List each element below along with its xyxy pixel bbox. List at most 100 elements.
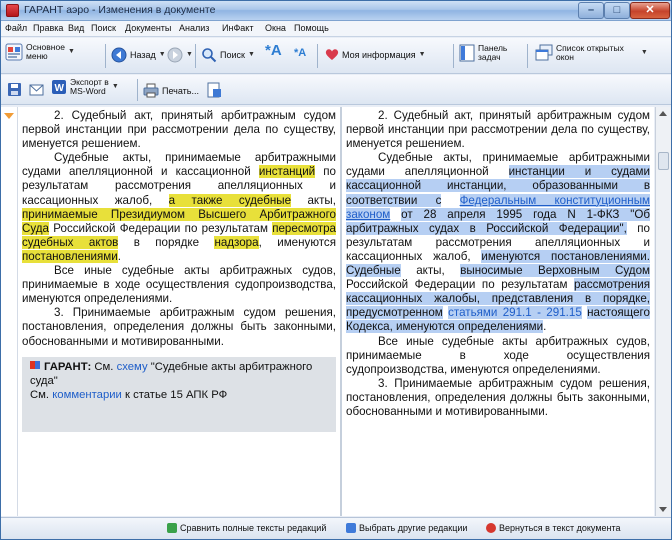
new-version-pane: 2. Судебный акт, принятый арбитражным су… — [342, 107, 654, 516]
note-see-2: См. — [30, 388, 50, 401]
back-arrow-icon — [111, 47, 127, 63]
menu-analysis[interactable]: Анализ — [179, 23, 209, 33]
print-preview-button[interactable] — [207, 82, 222, 98]
scroll-up-icon[interactable] — [659, 111, 667, 116]
old-version-pane: 2. Судебный акт, принятый арбитражным су… — [18, 107, 340, 516]
note-see-1: См. — [94, 360, 114, 373]
triangle-marker-icon — [4, 113, 14, 119]
menu-file[interactable]: Файл — [5, 23, 27, 33]
my-info-chevron-icon[interactable]: ▼ — [419, 50, 426, 60]
close-button[interactable]: ✕ — [630, 2, 670, 19]
menu-edit[interactable]: Правка — [33, 23, 63, 33]
save-button[interactable] — [7, 82, 22, 97]
title-bar: ГАРАНТ аэро - Изменения в документе – □ … — [1, 1, 671, 21]
menu-search[interactable]: Поиск — [91, 23, 116, 33]
font-increase-icon: *A — [265, 42, 282, 59]
change-highlight: выносимые Верховным Судом — [460, 264, 650, 278]
menu-help[interactable]: Помощь — [294, 23, 329, 33]
search-chevron-icon[interactable]: ▼ — [248, 50, 255, 60]
svg-text:W: W — [55, 83, 65, 94]
print-label: Печать... — [162, 85, 199, 96]
toolbar-divider — [527, 44, 528, 68]
forward-arrow-icon — [167, 47, 183, 63]
maximize-button[interactable]: □ — [604, 2, 630, 19]
forward-button[interactable]: ▼ — [167, 47, 193, 63]
note-label: ГАРАНТ: — [44, 360, 92, 373]
comments-link[interactable]: комментарии — [52, 389, 122, 401]
task-panel-label-2: задач — [478, 52, 501, 62]
compare-full-texts-button[interactable]: Сравнить полные тексты редакций — [167, 523, 326, 533]
text-span: , именуются — [258, 235, 337, 249]
save-icon — [8, 83, 21, 96]
forward-history-chevron-icon[interactable]: ▼ — [186, 50, 193, 60]
old-paragraph-1: 2. Судебный акт, принятый арбитражным су… — [22, 109, 336, 151]
text-span: Российской Федерации по результатам — [49, 221, 273, 235]
garant-app-icon — [6, 4, 19, 17]
back-label: Назад — [130, 50, 156, 60]
new-paragraph-4: 3. Принимаемые арбитражным судом решения… — [346, 376, 650, 418]
search-button[interactable]: Поиск ▼ — [201, 47, 255, 63]
open-windows-chevron-icon[interactable]: ▼ — [641, 48, 648, 58]
text-span: акты, — [291, 193, 336, 207]
font-increase-button[interactable]: *A — [265, 42, 282, 59]
document-toolbar: W Экспорт в MS-Word ▼ Печать... — [1, 75, 671, 105]
open-windows-button[interactable]: Список открытых окон ▼ — [535, 44, 648, 62]
minimize-button[interactable]: – — [578, 2, 604, 19]
change-highlight: от 28 апреля 1995 года N 1-ФКЗ "Об арбит… — [346, 207, 650, 235]
my-info-label: Моя информация — [342, 49, 416, 60]
choose-versions-button[interactable]: Выбрать другие редакции — [346, 523, 467, 533]
menu-view[interactable]: Вид — [68, 23, 84, 33]
text-span: . — [543, 320, 547, 334]
font-decrease-button[interactable]: *A — [294, 48, 306, 59]
return-icon — [486, 523, 496, 533]
scheme-link[interactable]: схему — [117, 361, 148, 373]
export-chevron-icon[interactable]: ▼ — [112, 82, 119, 92]
text-span: акты, — [400, 264, 461, 278]
toolbar-divider — [195, 44, 196, 68]
scroll-thumb[interactable] — [658, 152, 669, 170]
menu-bar: Файл Правка Вид Поиск Документы Анализ И… — [1, 21, 671, 37]
search-icon — [202, 48, 217, 63]
menu-windows[interactable]: Окна — [265, 23, 286, 33]
change-highlight: надзора — [214, 235, 259, 249]
menu-infact[interactable]: ИнФакт — [222, 23, 253, 33]
printer-icon — [143, 83, 159, 98]
note-text-2: к статье 15 АПК РФ — [125, 388, 228, 401]
text-span: . — [117, 249, 121, 263]
task-panel-button[interactable]: Панель задач — [459, 44, 507, 62]
garant-note: ГАРАНТ: См. схему "Судебные акты арбитра… — [22, 356, 336, 432]
left-gutter — [1, 107, 18, 516]
chevron-down-icon[interactable]: ▼ — [68, 47, 75, 57]
compare-icon — [167, 523, 177, 533]
main-menu-button[interactable]: Основное меню ▼ — [5, 43, 75, 61]
windows-list-icon — [535, 44, 553, 61]
back-button[interactable]: Назад ▼ — [111, 47, 166, 63]
text-span: в порядке — [118, 235, 215, 249]
back-history-chevron-icon[interactable]: ▼ — [159, 50, 166, 60]
old-paragraph-4: 3. Принимаемые арбитражным судом решения… — [22, 306, 336, 348]
toolbar-divider — [453, 44, 454, 68]
vertical-scrollbar[interactable] — [655, 107, 671, 516]
print-preview-icon — [207, 82, 221, 98]
old-paragraph-2: Судебные акты, принимаемые арбитражными … — [22, 151, 336, 264]
print-button[interactable]: Печать... — [143, 83, 199, 98]
bottom-action-bar: Сравнить полные тексты редакций Выбрать … — [1, 517, 671, 539]
scroll-down-icon[interactable] — [659, 507, 667, 512]
export-word-button[interactable]: W Экспорт в MS-Word ▼ — [51, 78, 119, 96]
mail-icon — [29, 84, 44, 96]
garant-flag-icon — [30, 360, 40, 369]
change-highlight: инстанций — [258, 165, 316, 179]
window-title: ГАРАНТ аэро - Изменения в документе — [24, 4, 216, 16]
export-label-2: MS-Word — [70, 86, 106, 96]
menu-documents[interactable]: Документы — [125, 23, 171, 33]
send-mail-button[interactable] — [29, 82, 44, 97]
toolbar-divider — [137, 79, 138, 101]
my-info-button[interactable]: Моя информация ▼ — [325, 48, 426, 61]
main-toolbar: Основное меню ▼ Назад ▼ ▼ Поиск ▼ *A *A … — [1, 38, 671, 74]
versions-icon — [346, 523, 356, 533]
heart-icon — [325, 49, 339, 60]
old-version-text: 2. Судебный акт, принятый арбитражным су… — [18, 107, 340, 432]
return-label: Вернуться в текст документа — [499, 523, 621, 533]
return-to-document-button[interactable]: Вернуться в текст документа — [486, 523, 621, 533]
articles-link[interactable]: статьями 291.1 - 291.15 — [448, 306, 582, 320]
